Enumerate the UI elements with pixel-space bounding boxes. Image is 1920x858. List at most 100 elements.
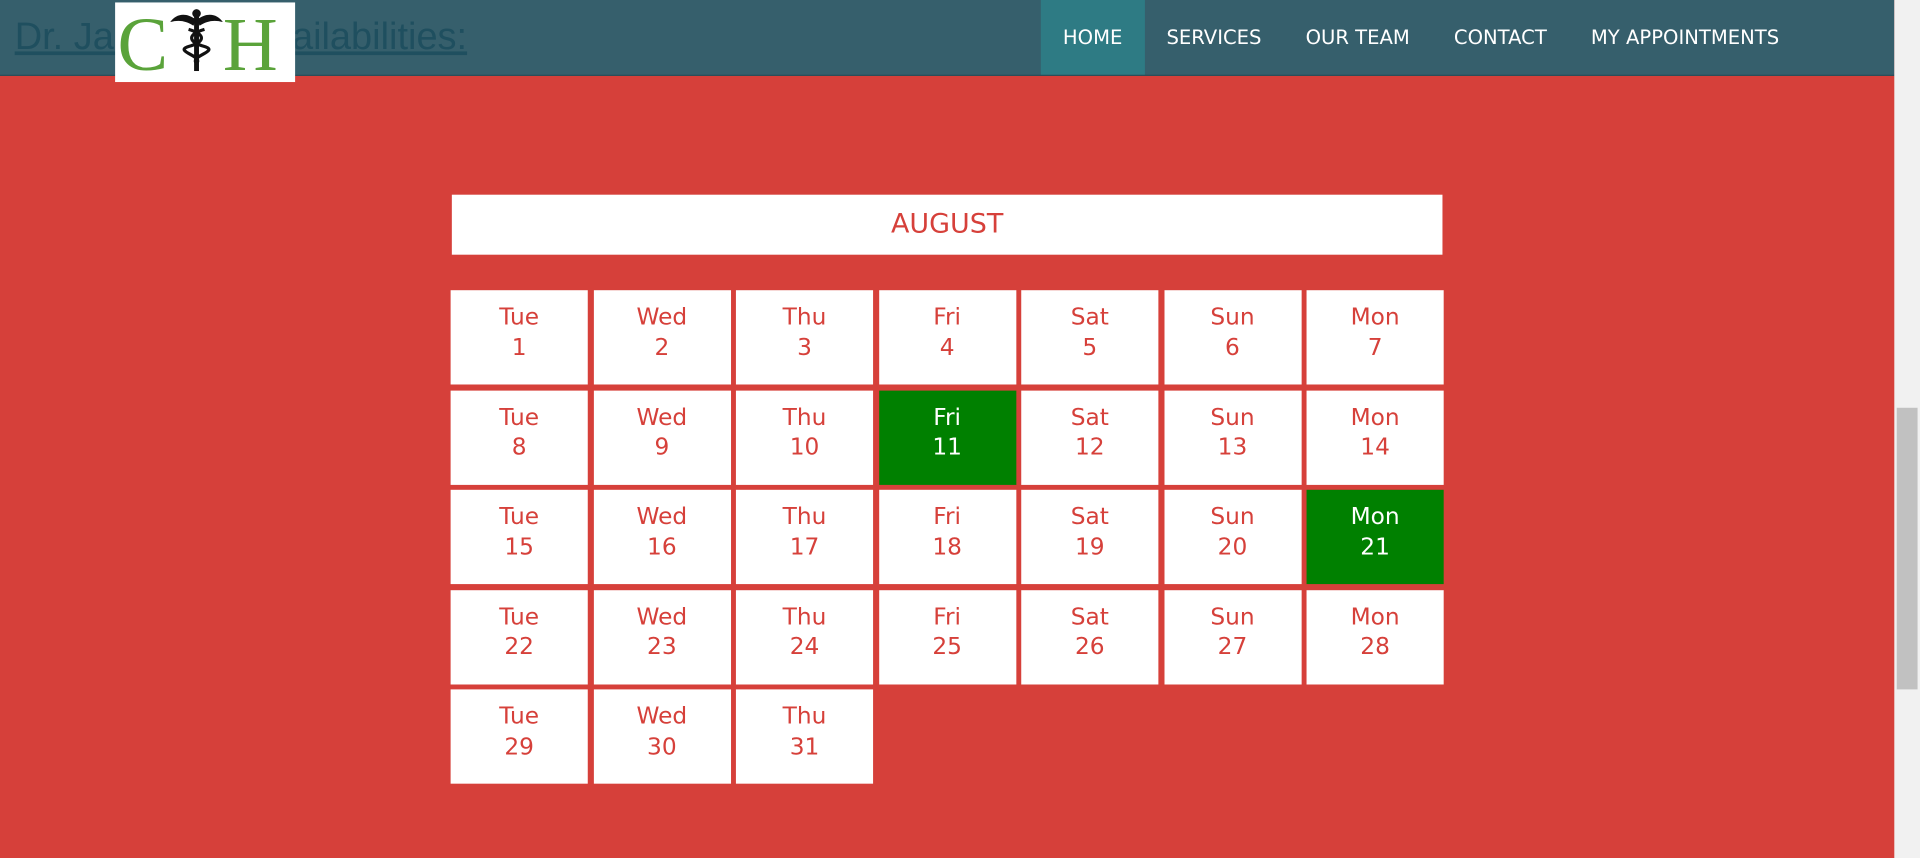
calendar-day[interactable]: Sun 20 xyxy=(1163,489,1302,585)
day-weekday: Mon xyxy=(1350,503,1400,531)
day-weekday: Tue xyxy=(499,303,540,331)
calendar-day[interactable]: Wed 2 xyxy=(593,290,731,385)
caduceus-icon xyxy=(170,9,223,72)
calendar-day[interactable]: Thu 31 xyxy=(735,689,874,784)
day-number: 1 xyxy=(511,333,527,361)
day-number: 6 xyxy=(1225,333,1240,361)
day-number: 4 xyxy=(939,333,955,361)
day-weekday: Sun xyxy=(1210,303,1255,331)
day-number: 15 xyxy=(504,533,534,561)
day-number: 3 xyxy=(797,333,812,361)
day-number: 28 xyxy=(1360,633,1390,661)
calendar-day[interactable]: Sun 27 xyxy=(1163,589,1302,684)
day-number: 17 xyxy=(789,533,820,561)
nav-services[interactable]: SERVICES xyxy=(1144,0,1283,75)
day-weekday: Sun xyxy=(1210,503,1255,531)
main-nav: HOME SERVICES OUR TEAM CONTACT MY APPOIN… xyxy=(1040,0,1801,75)
top-navigation-bar: Dr. Jasmine's availabilities: C H xyxy=(0,0,1895,83)
calendar-day[interactable]: Sat 5 xyxy=(1021,290,1159,385)
calendar-day[interactable]: Sun 6 xyxy=(1163,290,1302,385)
nav-our-team[interactable]: OUR TEAM xyxy=(1284,0,1432,75)
calendar-day[interactable]: Thu 3 xyxy=(735,290,874,385)
day-number: 23 xyxy=(647,633,677,661)
calendar-day[interactable]: Thu 24 xyxy=(735,589,874,684)
day-number: 27 xyxy=(1217,633,1248,661)
browser-viewport: Dr. Jasmine's availabilities: C H xyxy=(0,0,1920,858)
month-title: AUGUST xyxy=(451,194,1443,255)
day-weekday: Tue xyxy=(499,603,540,631)
day-weekday: Tue xyxy=(499,403,540,431)
calendar-day[interactable]: Tue 8 xyxy=(450,390,588,485)
calendar-day[interactable]: Fri 25 xyxy=(878,589,1016,684)
page: Dr. Jasmine's availabilities: C H xyxy=(0,0,1920,858)
day-number: 5 xyxy=(1082,333,1098,361)
day-number: 24 xyxy=(789,633,820,661)
day-weekday: Fri xyxy=(933,503,962,531)
day-weekday: Wed xyxy=(636,503,688,531)
calendar-grid: Tue 1 Wed 2 Thu 3 Fri 4 Sat 5 Sun 6 Mon 7 Tue 8 Wed 9 Thu 1… xyxy=(450,290,1445,784)
day-weekday: Wed xyxy=(636,403,688,431)
day-number: 21 xyxy=(1360,533,1390,561)
day-number: 18 xyxy=(932,533,962,561)
calendar-day[interactable]: Thu 17 xyxy=(735,489,874,585)
day-number: 20 xyxy=(1217,533,1248,561)
day-weekday: Sat xyxy=(1070,603,1109,631)
nav-contact[interactable]: CONTACT xyxy=(1432,0,1569,75)
day-weekday: Wed xyxy=(636,702,688,730)
calendar-day[interactable]: Fri 4 xyxy=(878,290,1016,385)
calendar-day-available[interactable]: Mon 21 xyxy=(1306,489,1444,585)
calendar-day-available[interactable]: Fri 11 xyxy=(878,390,1016,485)
calendar-day[interactable]: Sun 13 xyxy=(1163,390,1302,485)
calendar-day[interactable]: Sat 12 xyxy=(1021,390,1159,485)
day-weekday: Tue xyxy=(499,503,540,531)
calendar-day[interactable]: Tue 29 xyxy=(450,689,588,784)
day-number: 31 xyxy=(789,732,820,760)
day-number: 9 xyxy=(654,433,670,461)
vertical-scrollbar[interactable] xyxy=(1894,0,1920,858)
day-weekday: Mon xyxy=(1350,403,1400,431)
scrollbar-thumb[interactable] xyxy=(1896,407,1918,690)
calendar-day[interactable]: Wed 16 xyxy=(593,489,731,585)
day-weekday: Thu xyxy=(782,603,827,631)
calendar-day[interactable]: Tue 22 xyxy=(450,589,588,684)
day-weekday: Thu xyxy=(782,403,827,431)
day-weekday: Tue xyxy=(499,702,540,730)
calendar-day[interactable]: Mon 7 xyxy=(1306,290,1444,385)
logo-graphic: C H xyxy=(118,3,278,82)
day-weekday: Sat xyxy=(1070,303,1109,331)
day-number: 19 xyxy=(1074,533,1105,561)
day-weekday: Wed xyxy=(636,303,688,331)
calendar-day[interactable]: Wed 9 xyxy=(593,390,731,485)
nav-my-appointments[interactable]: MY APPOINTMENTS xyxy=(1569,0,1801,75)
day-weekday: Sun xyxy=(1210,603,1255,631)
calendar-day[interactable]: Tue 15 xyxy=(450,489,588,585)
calendar-day[interactable]: Mon 14 xyxy=(1306,390,1444,485)
day-number: 26 xyxy=(1074,633,1105,661)
day-weekday: Thu xyxy=(782,702,827,730)
calendar-day[interactable]: Thu 10 xyxy=(735,390,874,485)
calendar-day[interactable]: Wed 30 xyxy=(593,689,731,784)
day-number: 22 xyxy=(504,633,534,661)
calendar-day[interactable]: Wed 23 xyxy=(593,589,731,684)
calendar-day[interactable]: Mon 28 xyxy=(1306,589,1444,684)
day-weekday: Mon xyxy=(1350,303,1400,331)
calendar-day[interactable]: Tue 1 xyxy=(450,290,588,385)
clinic-logo[interactable]: C H xyxy=(115,2,296,83)
day-weekday: Sun xyxy=(1210,403,1255,431)
day-weekday: Fri xyxy=(933,303,962,331)
day-number: 25 xyxy=(932,633,962,661)
day-number: 16 xyxy=(647,533,677,561)
calendar-day[interactable]: Sat 26 xyxy=(1021,589,1159,684)
day-weekday: Sat xyxy=(1070,403,1109,431)
day-number: 30 xyxy=(647,732,677,760)
logo-letter-c: C xyxy=(118,3,169,82)
day-number: 7 xyxy=(1367,333,1383,361)
day-number: 11 xyxy=(932,433,962,461)
day-number: 2 xyxy=(654,333,670,361)
calendar-day[interactable]: Fri 18 xyxy=(878,489,1016,585)
nav-home[interactable]: HOME xyxy=(1040,0,1145,75)
day-number: 12 xyxy=(1074,433,1105,461)
calendar-day[interactable]: Sat 19 xyxy=(1021,489,1159,585)
day-weekday: Wed xyxy=(636,603,688,631)
day-number: 10 xyxy=(789,433,820,461)
